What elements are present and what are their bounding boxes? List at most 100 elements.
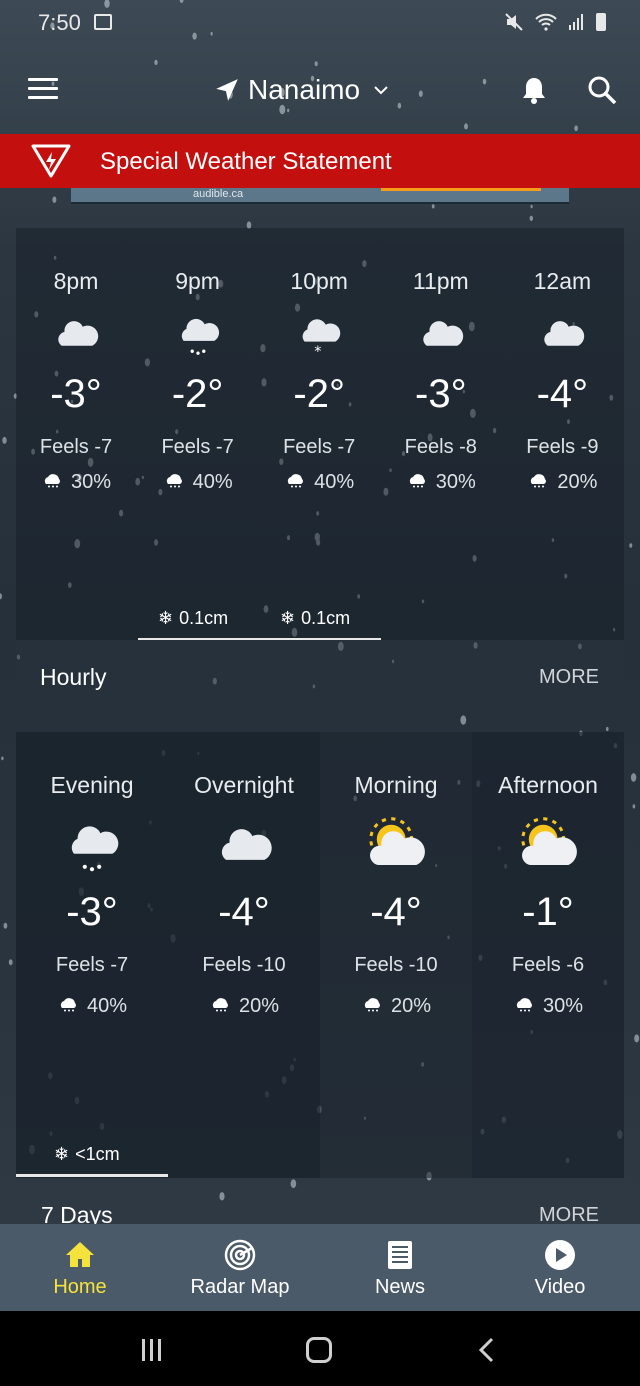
precip-cloud-icon: [163, 471, 185, 494]
chevron-down-icon: [374, 86, 388, 95]
precip-cloud-icon: [527, 471, 549, 494]
night-cloudy-icon: [381, 308, 501, 358]
precip-value: 40%: [86, 995, 128, 1017]
tab-label: Video: [534, 1276, 586, 1298]
accumulation-value: 0.1cm: [301, 608, 351, 628]
signal-icon: [569, 14, 583, 30]
news-icon: [388, 1241, 412, 1269]
status-bar: 7:50: [0, 0, 640, 48]
hourly-label: Hourly: [40, 664, 107, 690]
daypart-precip-chance: 40%: [16, 995, 168, 1018]
night-cloudy-icon: [16, 308, 136, 358]
daypart-precip-chance: 20%: [320, 995, 472, 1018]
hourly-column[interactable]: 9pm -2° Feels -7 40%: [138, 268, 258, 494]
status-icons: [504, 12, 606, 32]
tab-home[interactable]: Home: [0, 1224, 160, 1311]
hourly-temperature: -3°: [415, 372, 467, 416]
precip-value: 20%: [238, 995, 280, 1017]
daypart-feels-like: Feels -10: [354, 954, 438, 976]
home-icon: [66, 1242, 94, 1267]
sun-cloud-icon: [472, 814, 624, 874]
mute-icon: [505, 13, 523, 31]
tab-video[interactable]: Video: [480, 1224, 640, 1311]
daypart-column[interactable]: Evening -3° Feels -7 40%: [16, 772, 168, 1018]
snow-accumulation: ❄ 0.1cm: [280, 608, 350, 629]
hourly-temperature: -3°: [50, 372, 102, 416]
precip-cloud-icon: [41, 471, 63, 494]
weather-alert-banner[interactable]: Special Weather Statement: [0, 134, 640, 188]
location-selector[interactable]: Nanaimo: [214, 74, 390, 106]
hourly-feels-like: Feels -7: [161, 436, 234, 458]
precip-cloud-icon: [361, 995, 383, 1018]
hourly-time: 10pm: [290, 268, 348, 294]
hourly-footer[interactable]: Hourly MORE: [16, 640, 624, 712]
tab-radar-map[interactable]: Radar Map: [160, 1224, 320, 1311]
daypart-forecast-panel[interactable]: Evening -3° Feels -7 40% Overnight -4° F…: [16, 732, 624, 1178]
snowflake-icon: ❄: [54, 1144, 70, 1164]
hourly-column[interactable]: 11pm -3° Feels -8 30%: [381, 268, 501, 494]
hourly-forecast-panel[interactable]: 8pm -3° Feels -7 30% 9pm -2° Feels -7 40…: [16, 228, 624, 640]
back-button[interactable]: [476, 1337, 498, 1363]
wifi-icon: [535, 13, 557, 31]
daypart-temperature: -4°: [370, 890, 422, 934]
hourly-temperature: -4°: [536, 372, 589, 416]
daypart-time: Morning: [354, 772, 438, 798]
daypart-precip-chance: 20%: [168, 995, 320, 1018]
daypart-time: Afternoon: [498, 772, 598, 798]
battery-icon: [596, 13, 606, 31]
daypart-feels-like: Feels -6: [511, 954, 585, 976]
tab-label: News: [374, 1276, 425, 1298]
tab-news[interactable]: News: [320, 1224, 480, 1311]
hourly-time: 12am: [533, 268, 592, 294]
home-button[interactable]: [306, 1337, 332, 1363]
hourly-precip-chance: 40%: [138, 471, 258, 494]
bell-icon[interactable]: [518, 74, 550, 106]
hourly-feels-like: Feels -9: [526, 436, 599, 458]
night-snow-icon: *: [259, 308, 379, 358]
precip-cloud-icon: [513, 995, 535, 1018]
precip-value: 30%: [542, 995, 584, 1017]
daypart-precip-chance: 30%: [472, 995, 624, 1018]
night-cloudy-icon: [502, 308, 622, 358]
location-name: Nanaimo: [248, 74, 361, 105]
precip-value: 30%: [70, 471, 112, 493]
seven-days-row[interactable]: 7 Days MORE: [16, 1178, 624, 1228]
hourly-more-button[interactable]: MORE: [539, 666, 599, 689]
bottom-tab-bar: Home Radar Map News Video: [0, 1224, 640, 1311]
menu-icon[interactable]: [28, 78, 58, 102]
hourly-time: 8pm: [53, 268, 99, 294]
snow-accumulation: ❄ <1cm: [54, 1144, 120, 1165]
ad-banner[interactable]: audible.ca: [71, 188, 569, 204]
precip-cloud-icon: [57, 995, 79, 1018]
hourly-precip-chance: 30%: [16, 471, 136, 494]
night-cloudy-icon: [168, 814, 320, 874]
hourly-precip-chance: 20%: [502, 471, 622, 494]
accumulation-underline: [16, 1174, 168, 1177]
daypart-time: Overnight: [194, 772, 294, 798]
hourly-feels-like: Feels -7: [283, 436, 356, 458]
daypart-temperature: -1°: [522, 890, 574, 934]
recent-apps-button[interactable]: [142, 1339, 164, 1361]
system-nav-bar: [0, 1311, 640, 1386]
hourly-column[interactable]: 8pm -3° Feels -7 30%: [16, 268, 136, 494]
svg-text:*: *: [314, 344, 321, 357]
alert-triangle-icon: [31, 144, 71, 178]
search-icon[interactable]: [586, 74, 618, 106]
hourly-time: 11pm: [412, 268, 469, 294]
daypart-feels-like: Feels -10: [202, 954, 286, 976]
radar-icon: [224, 1239, 256, 1271]
precip-value: 40%: [314, 471, 355, 493]
daypart-column[interactable]: Afternoon -1° Feels -6 30%: [472, 772, 624, 1018]
daypart-column[interactable]: Overnight -4° Feels -10 20%: [168, 772, 320, 1018]
daypart-time: Evening: [50, 772, 134, 798]
precip-cloud-icon: [209, 995, 231, 1018]
daypart-temperature: -4°: [218, 890, 270, 934]
accumulation-value: 0.1cm: [179, 608, 229, 628]
hourly-temperature: -2°: [293, 372, 345, 416]
tab-label: Radar Map: [190, 1276, 290, 1298]
daypart-column[interactable]: Morning -4° Feels -10 20%: [320, 772, 472, 1018]
tab-label: Home: [53, 1276, 107, 1298]
hourly-column[interactable]: 12am -4° Feels -9 20%: [502, 268, 622, 494]
hourly-column[interactable]: 10pm * -2° Feels -7 40%: [259, 268, 379, 494]
snowflake-icon: ❄: [280, 608, 296, 628]
